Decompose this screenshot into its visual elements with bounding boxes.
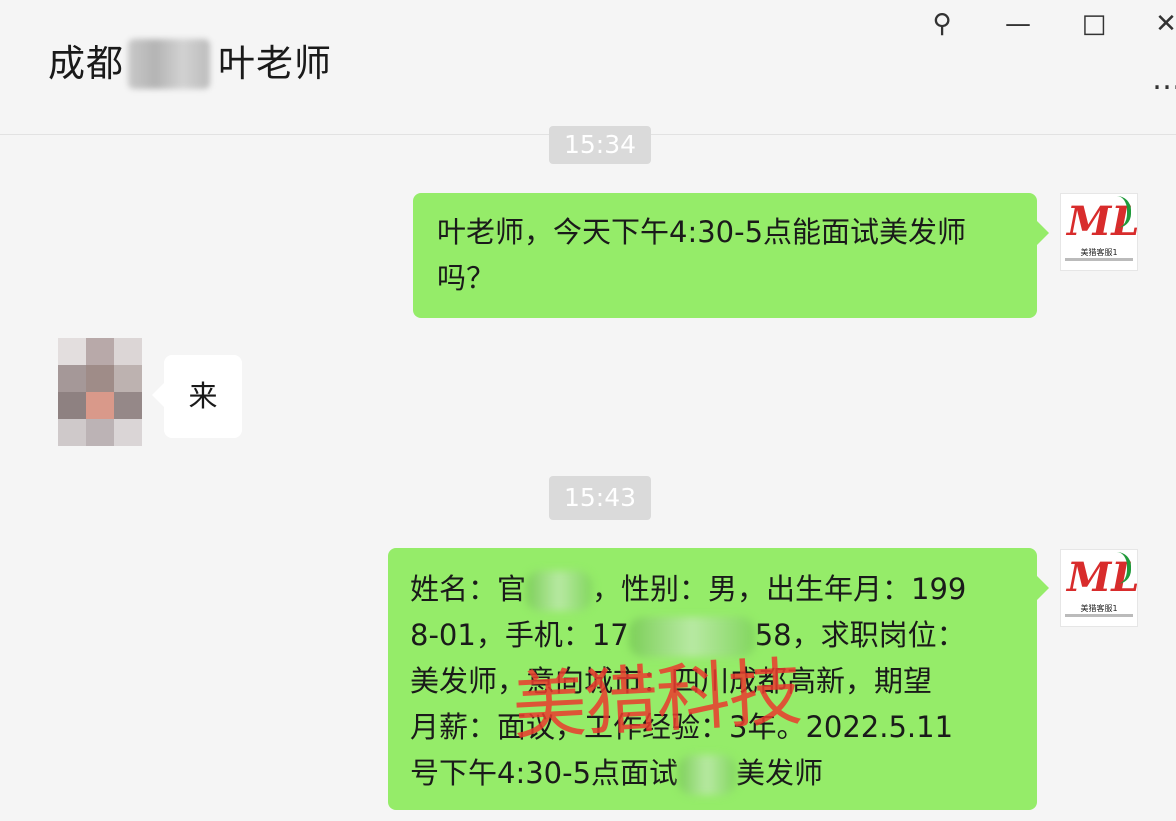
redacted-company <box>678 755 737 795</box>
line-text: 美发师 <box>736 756 824 790</box>
title-redacted <box>128 39 210 89</box>
line-text: 58，求职岗位： <box>754 618 966 652</box>
line-text: 号下午4:30-5点面试 <box>410 756 679 790</box>
chat-header: 成都 叶老师 ⚲ — □ ✕ … <box>0 0 1176 135</box>
close-icon[interactable]: ✕ <box>1148 6 1176 42</box>
message-line: 姓名：官 ，性别：男，出生年月：199 <box>410 566 1017 612</box>
minimize-icon[interactable]: — <box>1000 6 1036 42</box>
line-text: 8-01，手机：17 <box>410 618 629 652</box>
title-prefix: 成都 <box>48 42 124 85</box>
title-suffix: 叶老师 <box>218 42 332 85</box>
timestamp: 15:43 <box>549 476 651 520</box>
line-text: 姓名：官 <box>410 572 527 606</box>
redacted-phone <box>628 617 755 657</box>
logo-underline <box>1065 614 1133 617</box>
message-line: 8-01，手机：17 58，求职岗位： <box>410 612 1017 658</box>
sent-message[interactable]: 叶老师，今天下午4:30-5点能面试美发师吗？ <box>413 193 1049 318</box>
sent-message-profile[interactable]: 姓名：官 ，性别：男，出生年月：199 8-01，手机：17 58，求职岗位： 美发… <box>388 548 1049 810</box>
maximize-icon[interactable]: □ <box>1076 6 1112 42</box>
line-text: ，性别：男，出生年月：199 <box>592 572 967 606</box>
message-line: 号下午4:30-5点面试 美发师 <box>410 750 1017 796</box>
contact-avatar[interactable] <box>58 338 142 446</box>
logo-underline <box>1065 258 1133 261</box>
self-avatar[interactable]: ML 美猎客服1 <box>1060 193 1138 271</box>
self-avatar[interactable]: ML 美猎客服1 <box>1060 549 1138 627</box>
message-line: 美发师，意向城市：四川成都高新，期望 <box>410 664 933 698</box>
chat-title: 成都 叶老师 <box>48 38 332 90</box>
more-options-icon[interactable]: … <box>1152 62 1176 97</box>
logo-caption: 美猎客服1 <box>1080 248 1118 257</box>
logo-caption: 美猎客服1 <box>1080 604 1118 613</box>
pin-icon[interactable]: ⚲ <box>924 6 960 42</box>
message-line: 月薪：面议，工作经验：3年。2022.5.11 <box>410 710 954 744</box>
timestamp: 15:34 <box>549 126 651 164</box>
received-message[interactable]: 来 <box>152 355 242 438</box>
redacted-name <box>526 571 593 611</box>
